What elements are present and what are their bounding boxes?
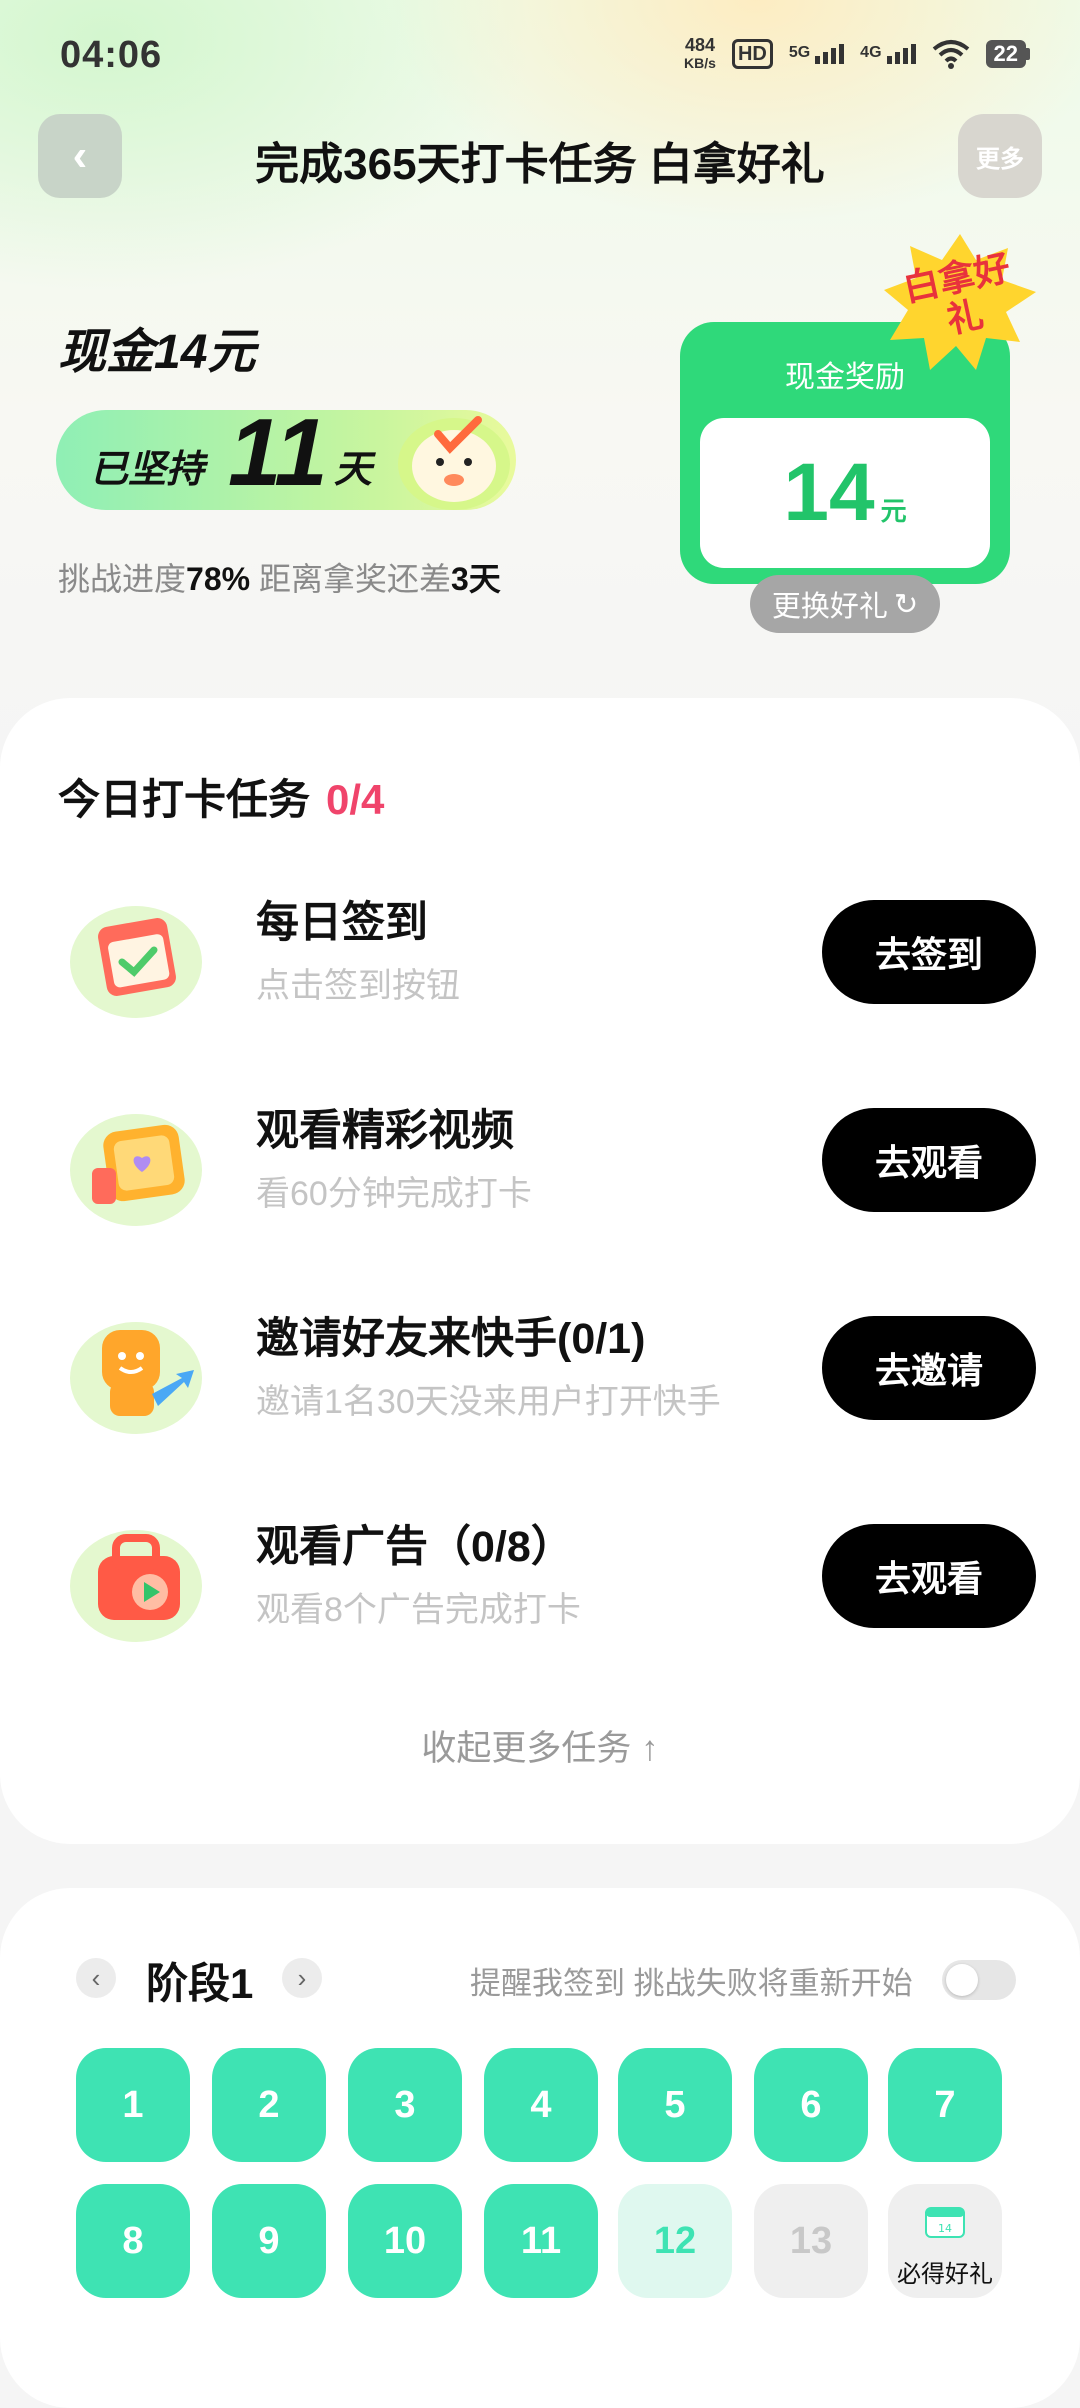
task-subtitle: 点击签到按钮: [256, 967, 460, 1005]
progress-prefix: 挑战进度: [58, 561, 187, 597]
tasks-heading: 今日打卡任务 0/4: [58, 766, 384, 827]
signal-4g-label: 4G: [860, 44, 882, 61]
watch-ads-button[interactable]: 去观看: [822, 1524, 1036, 1628]
remind-toggle[interactable]: [942, 1960, 1016, 2000]
day-cell[interactable]: 7: [888, 2048, 1002, 2162]
task-subtitle: 邀请1名30天没来用户打开快手: [256, 1383, 721, 1421]
remind-text: 提醒我签到 挑战失败将重新开始: [470, 1966, 913, 2001]
day-cell[interactable]: 1: [76, 2048, 190, 2162]
tasks-heading-label: 今日打卡任务: [58, 776, 311, 823]
refresh-icon: ↻: [893, 588, 919, 621]
task-row-invite: 邀请好友来快手(0/1) 邀请1名30天没来用户打开快手 去邀请: [0, 1294, 1080, 1454]
net-speed: 484 KB/s: [684, 36, 716, 72]
change-gift-button[interactable]: 更换好礼 ↻: [750, 575, 940, 633]
collapse-tasks-button[interactable]: 收起更多任务 ↑: [0, 1720, 1080, 1771]
invite-button[interactable]: 去邀请: [822, 1316, 1036, 1420]
gift-calendar-number: 14: [938, 2222, 952, 2235]
reward-amount: 14: [783, 447, 875, 538]
task-row-ads: 观看广告（0/8） 观看8个广告完成打卡 去观看: [0, 1502, 1080, 1662]
status-icons: 484 KB/s HD 5G 4G 22: [684, 36, 1030, 72]
battery-level: 22: [985, 40, 1026, 68]
day-cell[interactable]: 11: [484, 2184, 598, 2298]
daily-tasks-card: 今日打卡任务 0/4 每日签到 点击签到按钮 去签到 观看精彩视频 看60分钟完成…: [0, 698, 1080, 1844]
stage-next-button[interactable]: ›: [282, 1958, 322, 1998]
task-subtitle: 看60分钟完成打卡: [256, 1175, 532, 1213]
cash-prize-title: 现金14元: [58, 326, 256, 379]
hd-icon: HD: [731, 39, 773, 69]
gift-calendar-icon: 14: [925, 2207, 965, 2238]
gift-day-cell[interactable]: 14 必得好礼: [888, 2184, 1002, 2298]
status-time: 04:06: [60, 34, 163, 76]
net-speed-value: 484: [684, 35, 715, 55]
chevron-right-icon: ›: [297, 1962, 307, 1993]
signal-5g-icon: 5G: [788, 44, 845, 64]
video-heart-icon: [70, 1114, 202, 1226]
stage-prev-button[interactable]: ‹: [76, 1958, 116, 1998]
task-title: 邀请好友来快手(0/1): [256, 1315, 646, 1363]
tasks-count: 0/4: [326, 776, 385, 823]
day-cell-future[interactable]: 13: [754, 2184, 868, 2298]
mascot-icon: [398, 416, 510, 510]
battery-icon: 22: [985, 40, 1030, 68]
day-cell-today[interactable]: 12: [618, 2184, 732, 2298]
net-speed-unit: KB/s: [684, 55, 716, 71]
task-title: 观看广告（0/8）: [256, 1523, 574, 1571]
invite-friend-icon: [70, 1322, 202, 1434]
day-cell[interactable]: 9: [212, 2184, 326, 2298]
day-cell[interactable]: 6: [754, 2048, 868, 2162]
persist-prefix: 已坚持: [90, 449, 205, 491]
gift-day-label: 必得好礼: [897, 2261, 993, 2288]
more-button[interactable]: 更多: [958, 114, 1042, 198]
reward-inner: 14 元: [700, 418, 990, 568]
day-cell[interactable]: 8: [76, 2184, 190, 2298]
signal-4g-icon: 4G: [860, 44, 916, 64]
signal-5g-label: 5G: [788, 44, 811, 61]
task-title: 观看精彩视频: [256, 1107, 514, 1155]
day-cell[interactable]: 5: [618, 2048, 732, 2162]
task-title: 每日签到: [256, 899, 428, 947]
wifi-icon: [932, 40, 969, 69]
status-bar: 04:06 484 KB/s HD 5G 4G 22: [0, 0, 1080, 110]
day-cell[interactable]: 4: [484, 2048, 598, 2162]
stage-label: 阶段1: [146, 1960, 254, 2007]
change-gift-label: 更换好礼: [771, 591, 888, 623]
day-cell[interactable]: 3: [348, 2048, 462, 2162]
stage-card: ‹ 阶段1 › 提醒我签到 挑战失败将重新开始 1 2 3 4 5 6 7 8 …: [0, 1888, 1080, 2408]
ad-play-icon: [70, 1530, 202, 1642]
persist-suffix: 天: [334, 449, 373, 491]
task-subtitle: 观看8个广告完成打卡: [256, 1591, 581, 1629]
checkin-button[interactable]: 去签到: [822, 900, 1036, 1004]
progress-middle: 距离拿奖还差: [250, 561, 451, 597]
challenge-progress-text: 挑战进度78% 距离拿奖还差3天: [58, 554, 501, 600]
watch-video-button[interactable]: 去观看: [822, 1108, 1036, 1212]
progress-percent: 78%: [186, 561, 251, 597]
day-cell[interactable]: 2: [212, 2048, 326, 2162]
calendar-check-icon: [70, 906, 202, 1018]
page-title: 完成365天打卡任务 白拿好礼: [255, 140, 825, 189]
persist-days-count: 11: [228, 399, 328, 506]
reward-unit: 元: [880, 496, 907, 526]
task-row-checkin: 每日签到 点击签到按钮 去签到: [0, 878, 1080, 1038]
task-row-video: 观看精彩视频 看60分钟完成打卡 去观看: [0, 1086, 1080, 1246]
days-left: 3天: [450, 561, 501, 597]
chevron-left-icon: ‹: [91, 1962, 101, 1993]
day-cell[interactable]: 10: [348, 2184, 462, 2298]
